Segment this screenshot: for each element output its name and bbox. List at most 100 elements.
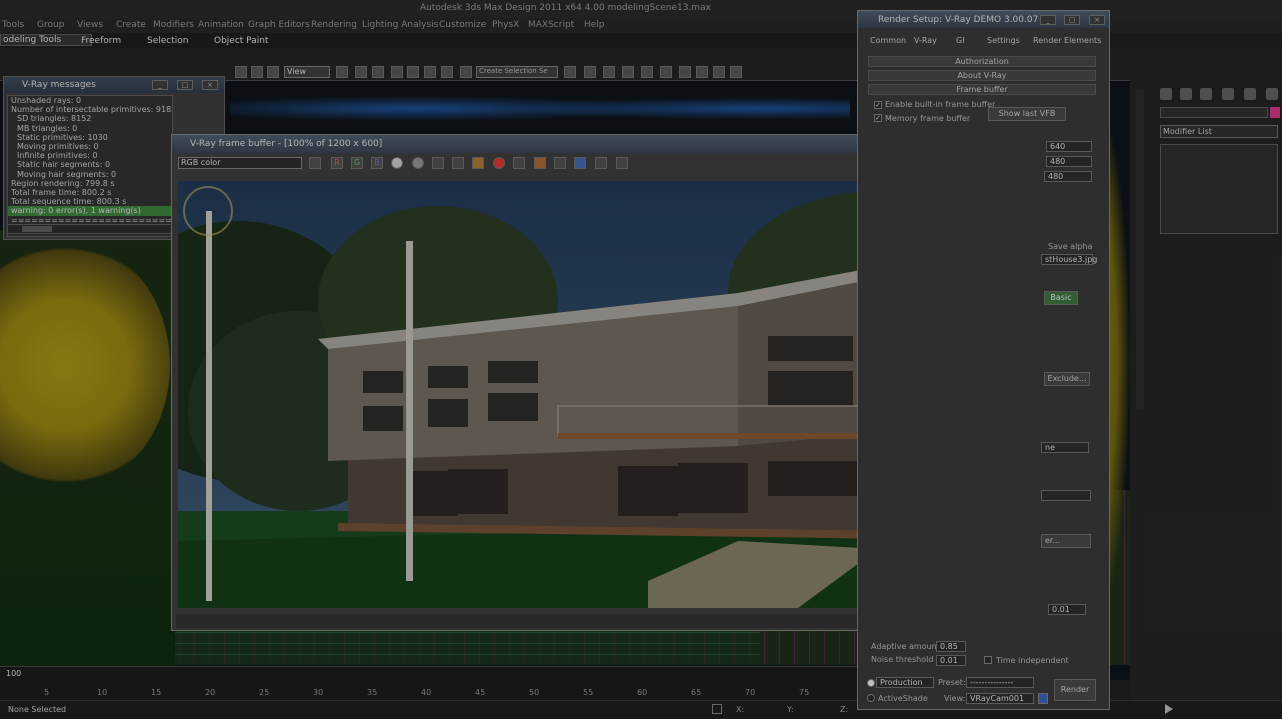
ribbon-tab-selection[interactable]: Selection xyxy=(147,36,188,46)
object-color-swatch[interactable] xyxy=(1270,107,1280,118)
rollout-authorization[interactable]: Authorization xyxy=(868,56,1096,67)
modifier-list-dropdown[interactable]: Modifier List xyxy=(1160,125,1278,138)
tab-render-elements[interactable]: Render Elements xyxy=(1033,36,1101,45)
menu-help[interactable]: Help xyxy=(584,20,605,30)
type-dropdown[interactable]: ne xyxy=(1041,442,1089,453)
production-dropdown[interactable]: Production xyxy=(876,677,934,688)
output-filename-field[interactable]: stHouse3.jpg xyxy=(1041,254,1097,265)
filter-button[interactable]: er... xyxy=(1041,534,1091,548)
reference-coordinate-dropdown[interactable]: View xyxy=(284,66,330,78)
color-correction-icon[interactable] xyxy=(574,157,586,169)
maximize-button[interactable]: □ xyxy=(177,80,193,90)
modifier-stack[interactable] xyxy=(1160,144,1278,234)
show-last-vfb-button[interactable]: Show last VFB xyxy=(988,107,1066,121)
graphite-toggle-icon[interactable] xyxy=(622,66,634,78)
save-image-icon[interactable] xyxy=(432,157,444,169)
exclude-button[interactable]: Exclude... xyxy=(1044,372,1090,386)
named-selection-sets[interactable]: Create Selection Se xyxy=(476,66,558,78)
render-setup-window[interactable]: Render Setup: V-Ray DEMO 3.00.07 _ □ × C… xyxy=(857,10,1110,710)
menu-physx[interactable]: PhysX xyxy=(492,20,519,30)
noise-threshold-field[interactable]: 0.01 xyxy=(936,655,966,666)
minimize-button[interactable]: _ xyxy=(1040,15,1056,25)
minimize-button[interactable]: _ xyxy=(152,80,168,90)
resolution-preset-dropdown[interactable]: 480 xyxy=(1044,171,1092,182)
save-alpha-label[interactable]: Save alpha xyxy=(1048,242,1092,251)
tab-gi[interactable]: GI xyxy=(956,36,965,45)
menu-lighting-analysis[interactable]: Lighting Analysis xyxy=(362,20,438,30)
create-tab-icon[interactable] xyxy=(1160,88,1172,100)
adaptive-amount-field[interactable]: 0.85 xyxy=(936,641,966,652)
ribbon-tab-object-paint[interactable]: Object Paint xyxy=(214,36,268,46)
render-setup-icon[interactable] xyxy=(696,66,708,78)
red-channel-button[interactable]: R xyxy=(331,157,343,169)
tab-common[interactable]: Common xyxy=(870,36,906,45)
spinner-snap-icon[interactable] xyxy=(441,66,453,78)
production-radio[interactable] xyxy=(867,679,875,687)
close-button[interactable]: × xyxy=(202,80,218,90)
menu-tools[interactable]: Tools xyxy=(2,20,24,30)
hierarchy-tab-icon[interactable] xyxy=(1200,88,1212,100)
select-manipulate-icon[interactable] xyxy=(355,66,367,78)
menu-create[interactable]: Create xyxy=(116,20,146,30)
output-height-field[interactable]: 480 xyxy=(1046,156,1092,167)
menu-graph-editors[interactable]: Graph Editors xyxy=(248,20,310,30)
layer-manager-icon[interactable] xyxy=(603,66,615,78)
option-dropdown[interactable] xyxy=(1041,490,1091,501)
edit-named-selection-icon[interactable] xyxy=(460,66,472,78)
vray-messages-log[interactable]: Unshaded rays: 0 Number of intersectable… xyxy=(7,95,173,237)
horizontal-scrollbar[interactable] xyxy=(7,224,173,234)
align-icon[interactable] xyxy=(584,66,596,78)
lock-view-icon[interactable] xyxy=(1038,693,1048,704)
object-name-field[interactable] xyxy=(1160,107,1268,118)
menu-views[interactable]: Views xyxy=(77,20,103,30)
ribbon-tab-freeform[interactable]: Freeform xyxy=(81,36,121,46)
maximize-button[interactable]: □ xyxy=(1064,15,1080,25)
lock-icon[interactable] xyxy=(712,704,722,714)
green-channel-button[interactable]: G xyxy=(351,157,363,169)
angle-snap-icon[interactable] xyxy=(407,66,419,78)
utilities-tab-icon[interactable] xyxy=(1266,88,1278,100)
mirror-icon[interactable] xyxy=(564,66,576,78)
rollout-about-vray[interactable]: About V-Ray xyxy=(868,70,1096,81)
lens-effects-icon[interactable] xyxy=(616,157,628,169)
track-mouse-icon[interactable] xyxy=(534,157,546,169)
render-production-icon[interactable] xyxy=(730,66,742,78)
output-width-field[interactable]: 640 xyxy=(1046,141,1092,152)
schematic-view-icon[interactable] xyxy=(660,66,672,78)
memory-fb-checkbox[interactable]: ✓ xyxy=(874,114,882,122)
time-independent-checkbox[interactable] xyxy=(984,656,992,664)
view-dropdown[interactable]: VRayCam001 xyxy=(966,693,1034,704)
keyboard-shortcut-icon[interactable] xyxy=(372,66,384,78)
close-button[interactable]: × xyxy=(1089,15,1105,25)
snap-3d-icon[interactable] xyxy=(391,66,403,78)
menu-maxscript[interactable]: MAXScript xyxy=(528,20,574,30)
display-tab-icon[interactable] xyxy=(1244,88,1256,100)
stop-render-icon[interactable] xyxy=(493,157,505,169)
link-to-render-icon[interactable] xyxy=(554,157,566,169)
scrollbar-thumb[interactable] xyxy=(22,226,52,232)
channel-dropdown[interactable]: RGB color xyxy=(178,157,302,169)
menu-customize[interactable]: Customize xyxy=(439,20,486,30)
modify-tab-icon[interactable] xyxy=(1180,88,1192,100)
scale-icon[interactable] xyxy=(267,66,279,78)
alpha-channel-icon[interactable] xyxy=(391,157,403,169)
menu-animation[interactable]: Animation xyxy=(198,20,244,30)
color-picker-icon[interactable] xyxy=(309,157,321,169)
load-image-icon[interactable] xyxy=(452,157,464,169)
material-editor-icon[interactable] xyxy=(679,66,691,78)
play-icon[interactable] xyxy=(1165,704,1173,714)
pixel-info-icon[interactable] xyxy=(595,157,607,169)
curve-editor-icon[interactable] xyxy=(641,66,653,78)
rollout-frame-buffer[interactable]: Frame buffer xyxy=(868,84,1096,95)
motion-tab-icon[interactable] xyxy=(1222,88,1234,100)
activeshade-radio[interactable] xyxy=(867,694,875,702)
region-render-icon[interactable] xyxy=(513,157,525,169)
ribbon-tab-modeling-tools[interactable]: odeling Tools xyxy=(0,34,93,46)
tab-settings[interactable]: Settings xyxy=(987,36,1020,45)
menu-group[interactable]: Group xyxy=(37,20,64,30)
clear-image-icon[interactable] xyxy=(472,157,484,169)
enable-vfb-checkbox[interactable]: ✓ xyxy=(874,101,882,109)
threshold-field[interactable]: 0.01 xyxy=(1048,604,1086,615)
tab-vray[interactable]: V-Ray xyxy=(914,36,937,45)
percent-snap-icon[interactable] xyxy=(424,66,436,78)
